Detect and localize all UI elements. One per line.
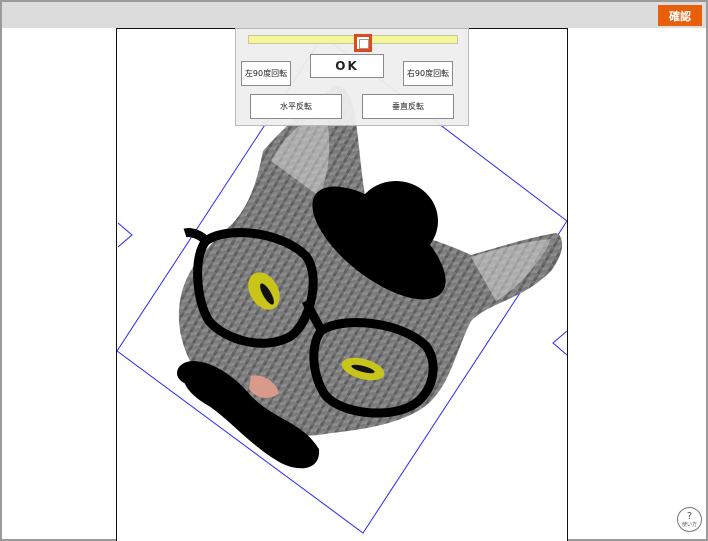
- question-icon: ?: [686, 510, 693, 522]
- help-button[interactable]: ? 使い方: [677, 507, 702, 532]
- rotation-control-panel: 左90度回転 OK 右90度回転 水平反転 垂直反転: [235, 28, 469, 126]
- cat-image: [177, 86, 563, 469]
- left-side-handle[interactable]: [117, 222, 133, 248]
- right-side-handle[interactable]: [552, 330, 567, 356]
- rotation-slider-track[interactable]: [248, 34, 458, 52]
- rotation-slider-handle[interactable]: [354, 34, 372, 52]
- rotate-left-90-button[interactable]: 左90度回転: [241, 61, 291, 86]
- help-label: 使い方: [681, 521, 697, 528]
- ok-button[interactable]: OK: [310, 54, 384, 78]
- flip-horizontal-button[interactable]: 水平反転: [250, 94, 342, 119]
- confirm-button[interactable]: 確認: [658, 5, 702, 26]
- rotate-right-90-button[interactable]: 右90度回転: [403, 61, 453, 86]
- flip-vertical-button[interactable]: 垂直反転: [362, 94, 454, 119]
- top-toolbar: 確認: [2, 2, 706, 28]
